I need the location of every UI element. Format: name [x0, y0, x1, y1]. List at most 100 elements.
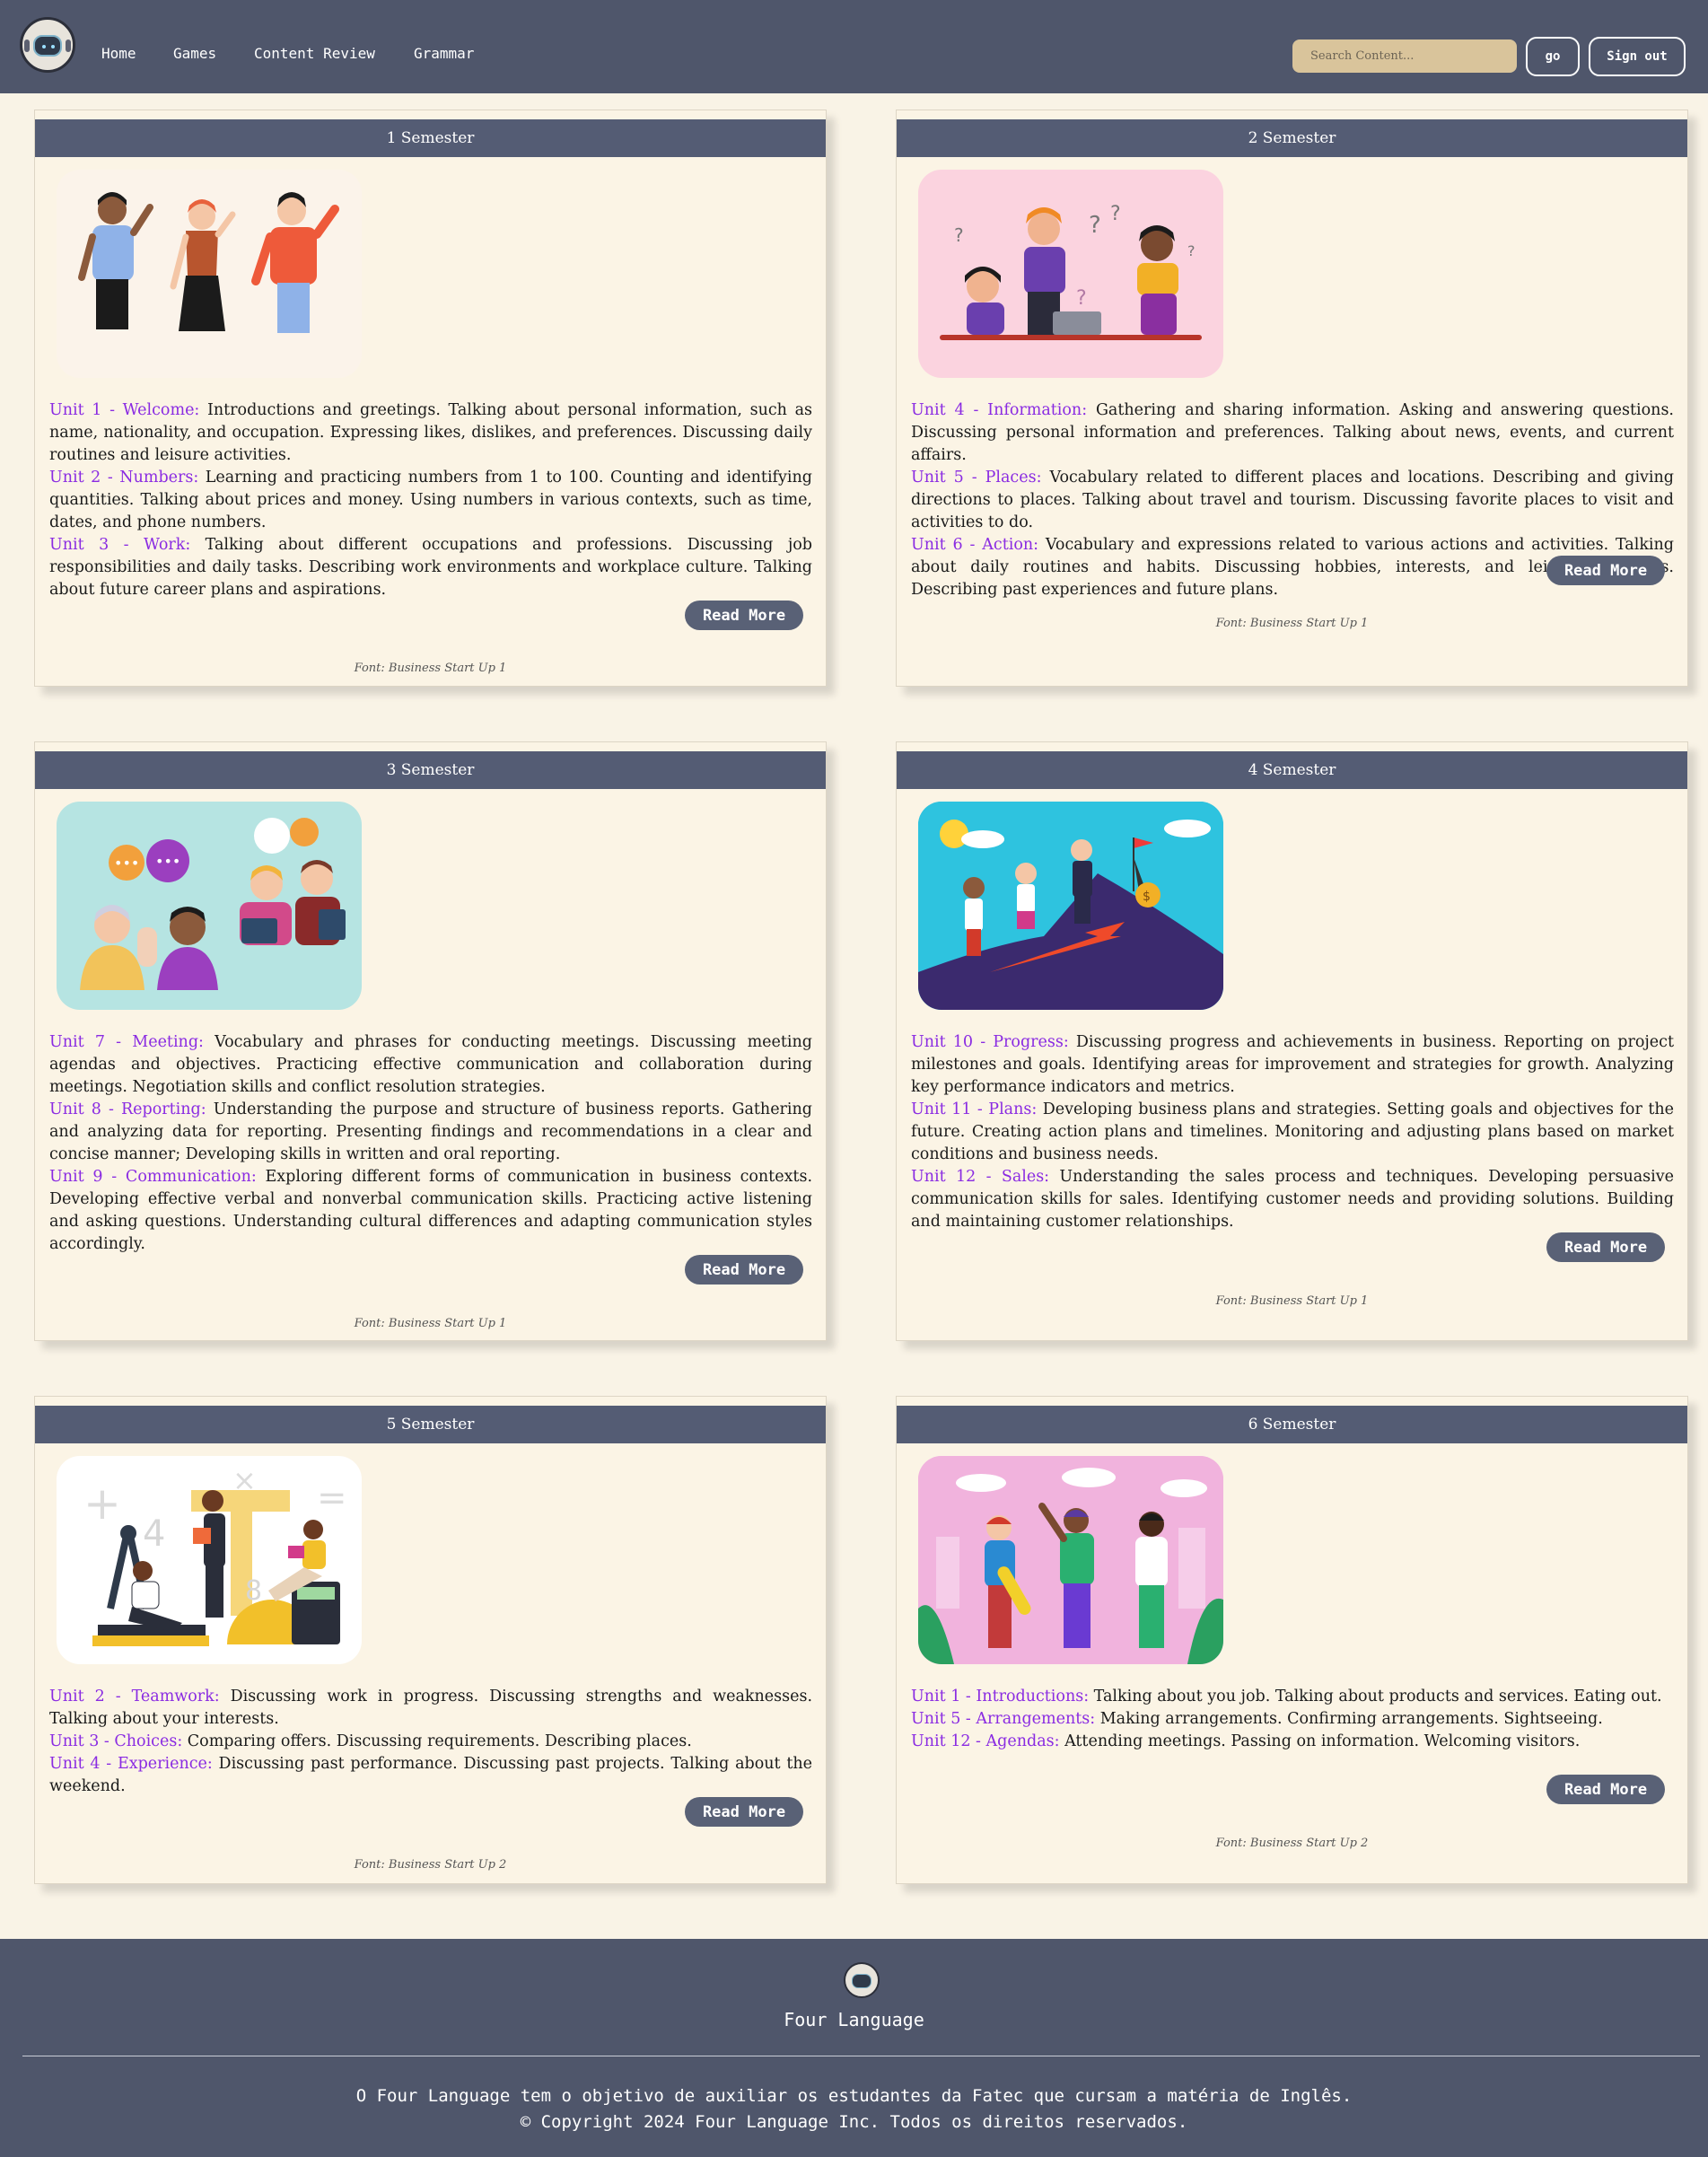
- navbar: Home Games Content Review Grammar go Sig…: [0, 0, 1708, 93]
- semester-description: Unit 1 - Introductions: Talking about yo…: [911, 1686, 1674, 1753]
- astronaut-logo-icon[interactable]: [20, 17, 75, 73]
- semester-description: Unit 10 - Progress: Discussing progress …: [911, 1031, 1674, 1233]
- svg-text:4: 4: [143, 1513, 165, 1555]
- semester-illustration: ••• •••: [57, 802, 362, 1010]
- people-talking-podcast-illustration: ••• •••: [80, 818, 346, 990]
- semester-description: Unit 1 - Welcome: Introductions and gree…: [49, 399, 812, 601]
- semester-card: 3 Semester ••• ••• Unit 7 - Meeting: Voc…: [34, 741, 827, 1341]
- semester-title: 3 Semester: [35, 751, 826, 789]
- unit-title: Unit 4 - Experience:: [49, 1755, 213, 1773]
- unit-paragraph: Unit 2 - Teamwork: Discussing work in pr…: [49, 1686, 812, 1731]
- unit-paragraph: Unit 4 - Information: Gathering and shar…: [911, 399, 1674, 467]
- semester-card: 4 Semester $ Unit 10 - Progress: Discuss…: [896, 741, 1688, 1341]
- unit-paragraph: Unit 10 - Progress: Discussing progress …: [911, 1031, 1674, 1099]
- nav-content-review-link[interactable]: Content Review: [254, 45, 375, 62]
- svg-text:?: ?: [1089, 212, 1101, 239]
- unit-title: Unit 5 - Arrangements:: [911, 1710, 1096, 1728]
- read-more-button[interactable]: Read More: [1546, 1775, 1665, 1804]
- semester-title: 2 Semester: [897, 119, 1687, 157]
- astronaut-logo-icon: [844, 1962, 880, 1998]
- unit-paragraph: Unit 5 - Places: Vocabulary related to d…: [911, 467, 1674, 534]
- unit-paragraph: Unit 12 - Agendas: Attending meetings. P…: [911, 1731, 1674, 1753]
- footer-description: O Four Language tem o objetivo de auxili…: [355, 2086, 1353, 2106]
- unit-text: Attending meetings. Passing on informati…: [1059, 1732, 1581, 1750]
- footer-copyright: © Copyright 2024 Four Language Inc. Todo…: [520, 2112, 1188, 2132]
- svg-text:?: ?: [954, 224, 964, 246]
- svg-text:+: +: [83, 1477, 121, 1530]
- source-note: Font: Business Start Up 1: [354, 662, 507, 675]
- source-note: Font: Business Start Up 1: [354, 1317, 507, 1330]
- go-button[interactable]: go: [1526, 37, 1580, 76]
- unit-title: Unit 11 - Plans:: [911, 1100, 1038, 1118]
- svg-text:?: ?: [1110, 203, 1121, 225]
- read-more-button[interactable]: Read More: [1546, 556, 1665, 585]
- eye-right: [51, 45, 55, 48]
- nav-games-link[interactable]: Games: [173, 45, 216, 62]
- unit-paragraph: Unit 4 - Experience: Discussing past per…: [49, 1753, 812, 1798]
- unit-title: Unit 2 - Numbers:: [49, 469, 199, 487]
- semester-card: 2 Semester ? ? ? ? ? Unit 4 - Informatio…: [896, 110, 1688, 687]
- people-asking-questions-illustration: ? ? ? ? ?: [940, 203, 1202, 340]
- semester-illustration: [57, 170, 362, 378]
- source-note: Font: Business Start Up 1: [1215, 1294, 1369, 1308]
- semester-card: 6 Semester Unit 1 - Introductions: Talki…: [896, 1396, 1688, 1884]
- search-input[interactable]: [1292, 39, 1517, 73]
- helmet-ear-left: [24, 39, 30, 52]
- read-more-button[interactable]: Read More: [685, 601, 803, 630]
- semester-title: 1 Semester: [35, 119, 826, 157]
- unit-paragraph: Unit 3 - Choices: Comparing offers. Disc…: [49, 1731, 812, 1753]
- unit-paragraph: Unit 8 - Reporting: Understanding the pu…: [49, 1099, 812, 1166]
- source-note: Font: Business Start Up 1: [1215, 617, 1369, 630]
- semester-illustration: [918, 1456, 1223, 1664]
- unit-paragraph: Unit 7 - Meeting: Vocabulary and phrases…: [49, 1031, 812, 1099]
- read-more-button[interactable]: Read More: [685, 1255, 803, 1285]
- unit-text: Comparing offers. Discussing requirement…: [182, 1732, 692, 1750]
- unit-title: Unit 3 - Choices:: [49, 1732, 183, 1750]
- unit-title: Unit 2 - Teamwork:: [49, 1688, 220, 1705]
- students-studying-math-illustration: + × = 4 8: [83, 1463, 347, 1646]
- semester-title: 4 Semester: [897, 751, 1687, 789]
- unit-paragraph: Unit 2 - Numbers: Learning and practicin…: [49, 467, 812, 534]
- nav-home-link[interactable]: Home: [101, 45, 136, 62]
- unit-title: Unit 9 - Communication:: [49, 1168, 257, 1186]
- unit-title: Unit 12 - Agendas:: [911, 1732, 1060, 1750]
- unit-paragraph: Unit 11 - Plans: Developing business pla…: [911, 1099, 1674, 1166]
- unit-paragraph: Unit 3 - Work: Talking about different o…: [49, 534, 812, 601]
- footer-brand: Four Language: [784, 2009, 924, 2030]
- semester-description: Unit 2 - Teamwork: Discussing work in pr…: [49, 1686, 812, 1798]
- unit-paragraph: Unit 1 - Introductions: Talking about yo…: [911, 1686, 1674, 1708]
- unit-paragraph: Unit 1 - Welcome: Introductions and gree…: [49, 399, 812, 467]
- semester-description: Unit 7 - Meeting: Vocabulary and phrases…: [49, 1031, 812, 1256]
- sign-out-button[interactable]: Sign out: [1589, 37, 1686, 76]
- unit-title: Unit 12 - Sales:: [911, 1168, 1050, 1186]
- helmet-ear-right: [66, 39, 71, 52]
- svg-text:=: =: [317, 1477, 347, 1519]
- unit-title: Unit 10 - Progress:: [911, 1033, 1069, 1051]
- team-climbing-mountain-illustration: $: [918, 802, 1223, 1010]
- unit-paragraph: Unit 5 - Arrangements: Making arrangemen…: [911, 1708, 1674, 1731]
- unit-title: Unit 1 - Welcome:: [49, 401, 200, 419]
- footer: Four Language O Four Language tem o obje…: [0, 1939, 1708, 2157]
- svg-text:$: $: [1143, 890, 1151, 904]
- unit-title: Unit 6 - Action:: [911, 536, 1039, 554]
- three-people-waving-illustration: [78, 192, 339, 333]
- unit-title: Unit 5 - Places:: [911, 469, 1042, 487]
- unit-paragraph: Unit 9 - Communication: Exploring differ…: [49, 1166, 812, 1256]
- unit-title: Unit 7 - Meeting:: [49, 1033, 204, 1051]
- read-more-button[interactable]: Read More: [685, 1797, 803, 1827]
- semester-illustration: $: [918, 802, 1223, 1010]
- unit-title: Unit 1 - Introductions:: [911, 1688, 1090, 1705]
- unit-title: Unit 4 - Information:: [911, 401, 1088, 419]
- source-note: Font: Business Start Up 2: [1215, 1837, 1369, 1850]
- nav-grammar-link[interactable]: Grammar: [414, 45, 474, 62]
- semester-illustration: ? ? ? ? ?: [918, 170, 1223, 378]
- svg-text:?: ?: [1187, 242, 1196, 259]
- read-more-button[interactable]: Read More: [1546, 1232, 1665, 1262]
- semester-title: 6 Semester: [897, 1406, 1687, 1443]
- svg-text:×: ×: [232, 1463, 257, 1497]
- unit-paragraph: Unit 12 - Sales: Understanding the sales…: [911, 1166, 1674, 1233]
- unit-text: Making arrangements. Confirming arrangem…: [1095, 1710, 1603, 1728]
- semester-card: 1 Semester Unit 1 - Welcome: Introductio…: [34, 110, 827, 687]
- semester-card: 5 Semester + × = 4 8 Unit 2 - Teamwork: …: [34, 1396, 827, 1884]
- source-note: Font: Business Start Up 2: [354, 1858, 507, 1872]
